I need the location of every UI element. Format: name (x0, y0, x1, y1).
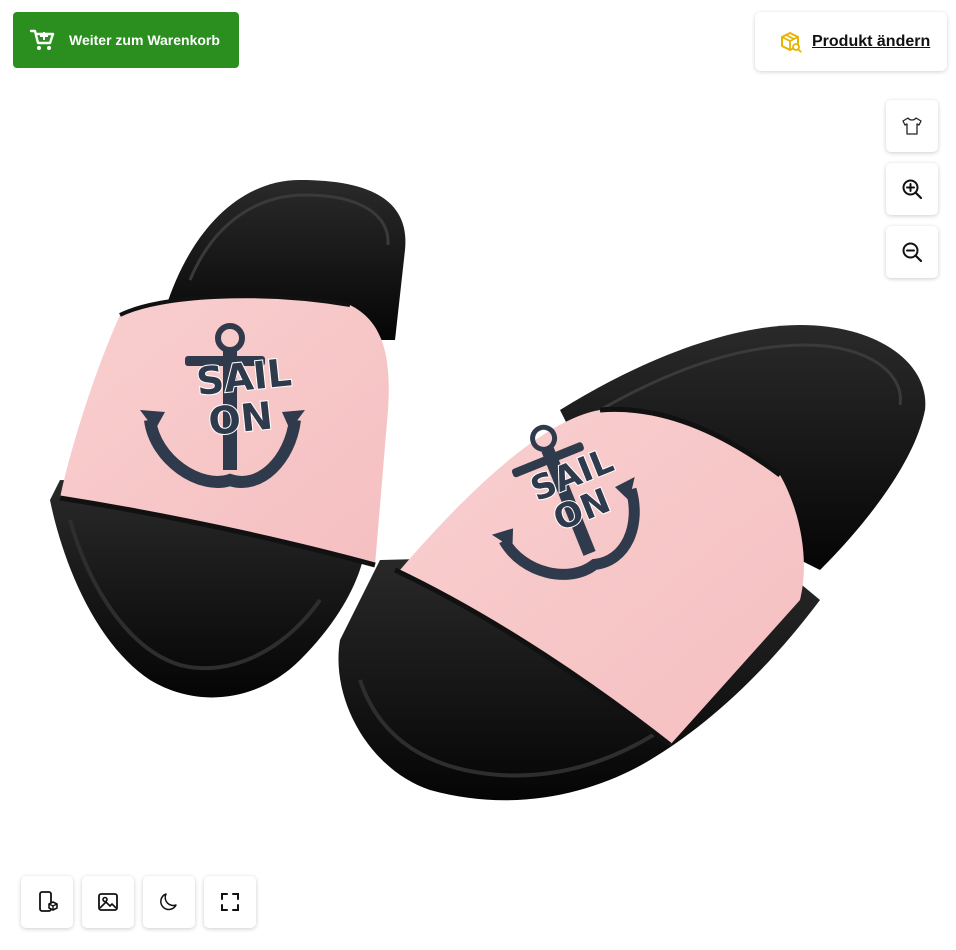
change-product-button[interactable]: Produkt ändern (755, 12, 947, 71)
strap-text-bottom-left: ON (206, 393, 274, 443)
image-icon (98, 893, 118, 911)
fullscreen-icon (221, 893, 239, 911)
dark-mode-button[interactable] (143, 876, 195, 928)
proceed-to-cart-label: Weiter zum Warenkorb (69, 32, 220, 48)
cart-add-icon (29, 27, 55, 53)
package-search-icon (779, 30, 803, 54)
ar-view-button[interactable] (21, 876, 73, 928)
fullscreen-button[interactable] (204, 876, 256, 928)
right-slide: SAIL ON (338, 325, 926, 801)
change-product-label: Produkt ändern (812, 32, 931, 50)
proceed-to-cart-button[interactable]: Weiter zum Warenkorb (13, 12, 239, 68)
background-image-button[interactable] (82, 876, 134, 928)
product-preview[interactable]: SAIL ON SAIL ON (0, 80, 956, 860)
phone-cube-icon (39, 891, 58, 912)
moon-icon (160, 893, 177, 911)
